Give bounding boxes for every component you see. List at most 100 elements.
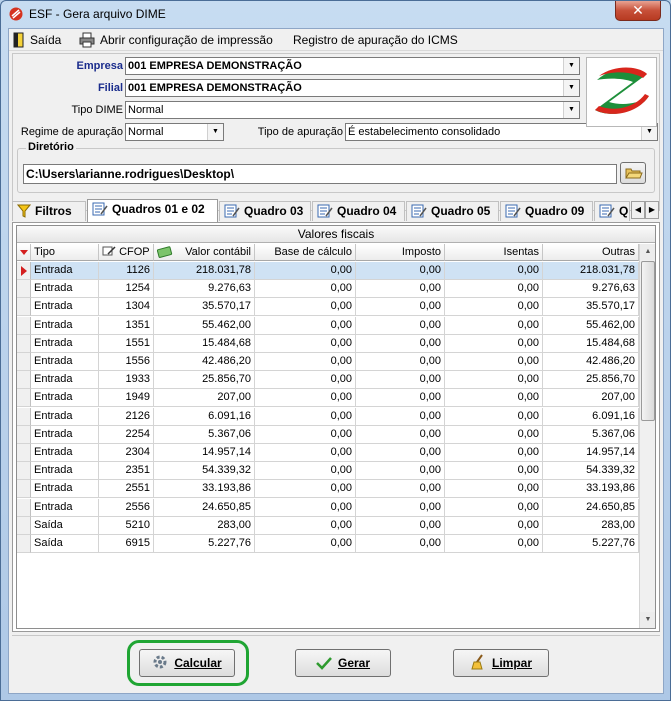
icms-register-menu-item[interactable]: Registro de apuração do ICMS bbox=[293, 32, 458, 48]
table-cell[interactable]: 1556 bbox=[99, 353, 154, 371]
table-row[interactable]: Entrada 1949 207,00 0,00 0,00 0,00 207,00 bbox=[17, 389, 639, 408]
chevron-down-icon[interactable]: ▼ bbox=[563, 102, 579, 118]
table-cell[interactable]: 9.276,63 bbox=[154, 280, 255, 299]
table-cell[interactable]: 0,00 bbox=[445, 298, 543, 317]
table-cell[interactable]: Entrada bbox=[31, 389, 99, 408]
table-cell[interactable]: 0,00 bbox=[255, 353, 356, 371]
table-cell[interactable]: 2351 bbox=[99, 462, 154, 481]
table-cell[interactable]: 5.367,06 bbox=[154, 425, 255, 444]
table-row[interactable]: Entrada 1304 35.570,17 0,00 0,00 0,00 35.570,1… bbox=[17, 298, 639, 317]
table-cell[interactable]: 0,00 bbox=[255, 371, 356, 390]
table-cell[interactable]: 55.462,00 bbox=[154, 316, 255, 335]
table-cell[interactable]: 14.957,14 bbox=[543, 444, 639, 462]
table-cell[interactable]: 0,00 bbox=[356, 280, 445, 299]
table-cell[interactable]: 0,00 bbox=[356, 535, 445, 553]
table-row[interactable]: Entrada 2551 33.193,86 0,00 0,00 0,00 33.193,8… bbox=[17, 480, 639, 499]
table-cell[interactable]: 15.484,68 bbox=[543, 334, 639, 353]
table-cell[interactable]: 0,00 bbox=[255, 462, 356, 481]
table-cell[interactable]: 0,00 bbox=[356, 444, 445, 462]
table-cell[interactable]: 0,00 bbox=[445, 334, 543, 353]
tab-filtros[interactable]: Filtros bbox=[12, 201, 86, 221]
tab-scroll-left-button[interactable]: ◀ bbox=[631, 201, 645, 219]
tab-quadro-09[interactable]: Quadro 09 bbox=[500, 201, 593, 221]
table-cell[interactable]: 35.570,17 bbox=[154, 298, 255, 317]
scroll-down-button[interactable]: ▼ bbox=[640, 612, 655, 628]
filial-select[interactable]: 001 EMPRESA DEMONSTRAÇÃO ▼ bbox=[125, 79, 580, 97]
column-header-cfop[interactable]: CFOP bbox=[99, 244, 154, 261]
table-cell[interactable]: 0,00 bbox=[445, 389, 543, 408]
table-cell[interactable]: 0,00 bbox=[356, 498, 445, 517]
table-row[interactable]: Entrada 2556 24.650,85 0,00 0,00 0,00 24.650,8… bbox=[17, 498, 639, 517]
row-indicator[interactable] bbox=[17, 444, 31, 462]
table-cell[interactable]: 14.957,14 bbox=[154, 444, 255, 462]
table-cell[interactable]: 0,00 bbox=[356, 480, 445, 499]
table-cell[interactable]: 42.486,20 bbox=[154, 353, 255, 371]
table-row[interactable]: Entrada 1551 15.484,68 0,00 0,00 0,00 15.484,6… bbox=[17, 334, 639, 353]
table-cell[interactable]: 1304 bbox=[99, 298, 154, 317]
table-row[interactable]: Saída 5210 283,00 0,00 0,00 0,00 283,00 bbox=[17, 516, 639, 535]
column-header-outras[interactable]: Outras bbox=[543, 244, 639, 261]
empresa-select[interactable]: 001 EMPRESA DEMONSTRAÇÃO ▼ bbox=[125, 57, 580, 75]
table-cell[interactable]: 207,00 bbox=[543, 389, 639, 408]
table-cell[interactable]: 0,00 bbox=[445, 371, 543, 390]
table-cell[interactable]: 0,00 bbox=[445, 280, 543, 299]
table-row[interactable]: Entrada 1254 9.276,63 0,00 0,00 0,00 9.276,63 bbox=[17, 280, 639, 299]
sort-indicator-header[interactable] bbox=[17, 244, 31, 261]
table-cell[interactable]: 24.650,85 bbox=[154, 498, 255, 517]
table-cell[interactable]: 0,00 bbox=[255, 535, 356, 553]
table-cell[interactable]: 0,00 bbox=[255, 334, 356, 353]
table-row[interactable]: Entrada 1556 42.486,20 0,00 0,00 0,00 42.486,2… bbox=[17, 353, 639, 371]
table-cell[interactable]: Saída bbox=[31, 516, 99, 535]
table-cell[interactable]: 283,00 bbox=[543, 516, 639, 535]
tab-scroll-right-button[interactable]: ▶ bbox=[645, 201, 659, 219]
row-indicator[interactable] bbox=[17, 535, 31, 553]
table-cell[interactable]: 0,00 bbox=[255, 389, 356, 408]
table-cell[interactable]: 0,00 bbox=[445, 353, 543, 371]
scroll-thumb[interactable] bbox=[641, 261, 655, 421]
browse-folder-button[interactable] bbox=[620, 162, 646, 184]
row-indicator[interactable] bbox=[17, 516, 31, 535]
table-cell[interactable]: 0,00 bbox=[445, 498, 543, 517]
table-cell[interactable]: 0,00 bbox=[356, 407, 445, 426]
table-cell[interactable]: 0,00 bbox=[356, 462, 445, 481]
table-cell[interactable]: 1933 bbox=[99, 371, 154, 390]
table-cell[interactable]: 218.031,78 bbox=[543, 262, 639, 280]
table-cell[interactable]: 0,00 bbox=[445, 444, 543, 462]
table-cell[interactable]: 0,00 bbox=[255, 480, 356, 499]
column-header-tipo[interactable]: Tipo bbox=[31, 244, 99, 261]
column-header-isentas[interactable]: Isentas bbox=[445, 244, 543, 261]
table-cell[interactable]: 0,00 bbox=[356, 316, 445, 335]
table-cell[interactable]: Entrada bbox=[31, 298, 99, 317]
table-cell[interactable]: 2551 bbox=[99, 480, 154, 499]
table-cell[interactable]: 283,00 bbox=[154, 516, 255, 535]
tab-quadro-partial[interactable]: Q bbox=[594, 201, 630, 221]
table-cell[interactable]: 35.570,17 bbox=[543, 298, 639, 317]
table-cell[interactable]: 25.856,70 bbox=[154, 371, 255, 390]
vertical-scrollbar[interactable]: ▲ ▼ bbox=[639, 244, 655, 628]
table-row[interactable]: Entrada 1933 25.856,70 0,00 0,00 0,00 25.856,7… bbox=[17, 371, 639, 390]
table-cell[interactable]: 207,00 bbox=[154, 389, 255, 408]
table-cell[interactable]: 5.227,76 bbox=[543, 535, 639, 553]
chevron-down-icon[interactable]: ▼ bbox=[563, 80, 579, 96]
table-cell[interactable]: 33.193,86 bbox=[154, 480, 255, 499]
table-cell[interactable]: Entrada bbox=[31, 425, 99, 444]
table-cell[interactable]: 33.193,86 bbox=[543, 480, 639, 499]
tab-quadro-03[interactable]: Quadro 03 bbox=[219, 201, 311, 221]
chevron-down-icon[interactable]: ▼ bbox=[563, 58, 579, 74]
table-cell[interactable]: 6915 bbox=[99, 535, 154, 553]
table-cell[interactable]: 0,00 bbox=[356, 425, 445, 444]
column-header-imposto[interactable]: Imposto bbox=[356, 244, 445, 261]
table-cell[interactable]: 9.276,63 bbox=[543, 280, 639, 299]
table-cell[interactable]: 0,00 bbox=[445, 425, 543, 444]
row-indicator[interactable] bbox=[17, 262, 31, 280]
row-indicator[interactable] bbox=[17, 498, 31, 517]
directory-input[interactable]: C:\Users\arianne.rodrigues\Desktop\ bbox=[23, 164, 617, 184]
row-indicator[interactable] bbox=[17, 371, 31, 390]
row-indicator[interactable] bbox=[17, 389, 31, 408]
scroll-up-button[interactable]: ▲ bbox=[640, 244, 655, 260]
gerar-button[interactable]: Gerar bbox=[295, 649, 391, 677]
table-cell[interactable]: 0,00 bbox=[445, 462, 543, 481]
table-cell[interactable]: 0,00 bbox=[445, 316, 543, 335]
table-row[interactable]: Entrada 1126 218.031,78 0,00 0,00 0,00 218.031… bbox=[17, 262, 639, 280]
table-cell[interactable]: 55.462,00 bbox=[543, 316, 639, 335]
